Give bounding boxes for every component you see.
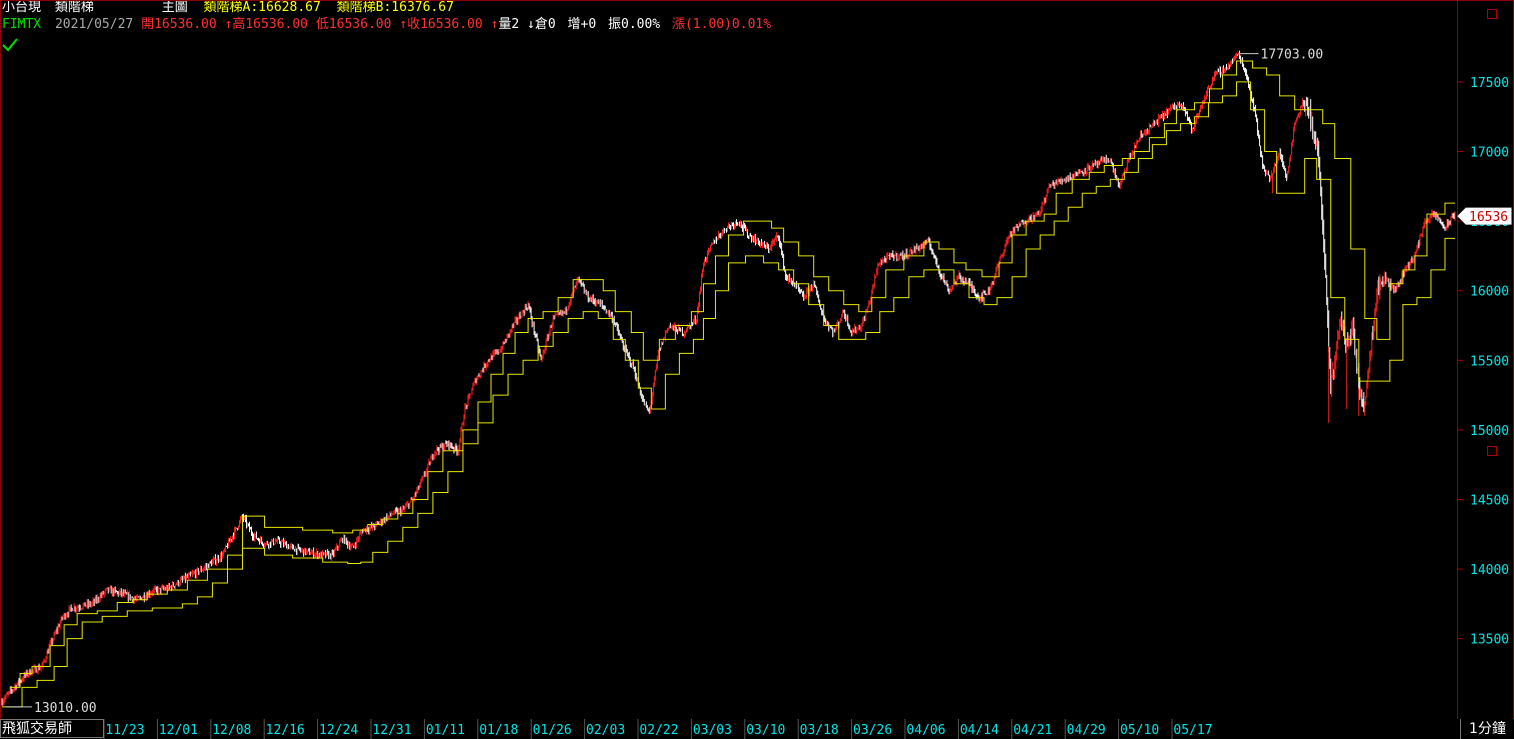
y-tick-label: 16000 [1470, 285, 1509, 300]
x-tick-label: 11/23 [105, 723, 144, 738]
candles-group [1, 50, 1456, 707]
ladder-b-line [2, 81, 1455, 708]
x-tick-label: 12/24 [319, 723, 358, 738]
y-tick-label: 13500 [1470, 633, 1509, 648]
x-tick-label: 05/10 [1120, 723, 1159, 738]
high-label: 17703.00 [1261, 48, 1324, 63]
x-tick-label: 04/14 [960, 723, 999, 738]
y-tick-label: 17000 [1470, 146, 1509, 161]
x-tick-label: 04/29 [1067, 723, 1106, 738]
x-tick-label: 01/18 [479, 723, 518, 738]
x-tick-label: 02/03 [586, 723, 625, 738]
x-tick-label: 03/10 [746, 723, 785, 738]
x-tick-label: 12/16 [266, 723, 305, 738]
y-tick-label: 15000 [1470, 424, 1509, 439]
x-tick-label: 12/31 [372, 723, 411, 738]
timeframe-label: 1分鐘 [1469, 721, 1506, 737]
x-tick-label: 12/08 [212, 723, 251, 738]
y-tick-label: 14000 [1470, 563, 1509, 578]
y-tick-label: 14500 [1470, 493, 1509, 508]
ladder-a-line [10, 60, 1455, 688]
x-tick-label: 03/18 [800, 723, 839, 738]
y-tick-label: 17500 [1470, 76, 1509, 91]
price-chart[interactable]: 1350014000145001500015500160001650017000… [0, 0, 1514, 719]
app-tab-label: 飛狐交易師 [2, 721, 72, 737]
x-tick-label: 04/06 [906, 723, 945, 738]
low-label: 13010.00 [34, 701, 97, 716]
x-tick-label: 01/11 [426, 723, 465, 738]
x-tick-label: 12/01 [159, 723, 198, 738]
time-axis-bar: 11/23 12/01 12/08 12/16 12/24 12/31 01/11 01/18… [0, 719, 1514, 739]
y-tick-label: 15500 [1470, 354, 1509, 369]
chart-window: { "header": { "row1": { "instrument": "小… [0, 0, 1514, 739]
x-tick-label: 03/03 [693, 723, 732, 738]
x-tick-label: 01/26 [533, 723, 572, 738]
x-tick-label: 03/26 [853, 723, 892, 738]
app-tab[interactable]: 飛狐交易師 [0, 719, 104, 738]
x-tick-label: 04/21 [1013, 723, 1052, 738]
timeframe-selector[interactable]: 1分鐘 [1460, 719, 1514, 739]
x-tick-label: 05/17 [1173, 723, 1212, 738]
x-tick-label: 02/22 [639, 723, 678, 738]
last-price-label: 16536 [1469, 210, 1508, 225]
